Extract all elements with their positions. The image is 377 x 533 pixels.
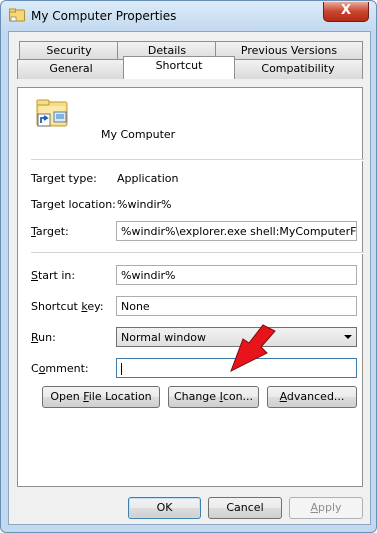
- start-in-label: Start in:: [31, 269, 76, 282]
- ok-button[interactable]: OK: [128, 497, 201, 519]
- divider: [31, 159, 364, 161]
- shortcut-panel: My Computer Target type: Application Tar…: [17, 87, 364, 487]
- divider: [31, 252, 364, 254]
- open-file-location-button[interactable]: Open File Location: [42, 386, 160, 408]
- shortcut-name: My Computer: [101, 128, 176, 141]
- shortcut-key-label: Shortcut key:: [31, 300, 104, 313]
- change-icon-button[interactable]: Change Icon...: [168, 386, 259, 408]
- computer-shortcut-icon: [9, 8, 25, 22]
- run-label: Run:: [31, 331, 56, 344]
- tab-compatibility[interactable]: Compatibility: [233, 59, 363, 79]
- my-computer-shortcut-icon: [36, 98, 70, 128]
- tab-general[interactable]: General: [17, 59, 125, 79]
- dialog-body: Security Details Previous Versions Gener…: [8, 31, 371, 525]
- target-location-value: %windir%: [117, 198, 172, 211]
- chevron-down-icon: [344, 335, 352, 339]
- tab-previous-versions[interactable]: Previous Versions: [215, 41, 363, 61]
- apply-button[interactable]: Apply: [289, 497, 363, 519]
- advanced-button[interactable]: Advanced...: [267, 386, 357, 408]
- text-cursor: [121, 363, 122, 375]
- target-location-label: Target location:: [31, 198, 116, 211]
- properties-window: My Computer Properties X Security Detail…: [0, 0, 377, 533]
- title-bar[interactable]: My Computer Properties X: [1, 1, 376, 31]
- target-type-label: Target type:: [31, 172, 97, 185]
- comment-label: Comment:: [31, 362, 89, 375]
- tab-shortcut[interactable]: Shortcut: [123, 56, 235, 79]
- window-title: My Computer Properties: [31, 9, 177, 23]
- cancel-button[interactable]: Cancel: [208, 497, 282, 519]
- red-arrow-annotation: [230, 324, 276, 373]
- run-dropdown-value: Normal window: [121, 331, 207, 344]
- start-in-field[interactable]: %windir%: [116, 265, 357, 285]
- target-type-value: Application: [117, 172, 179, 185]
- target-label: Target:: [31, 225, 69, 238]
- target-field[interactable]: %windir%\explorer.exe shell:MyComputerFo…: [116, 221, 357, 241]
- shortcut-key-field[interactable]: None: [116, 296, 357, 316]
- tab-security[interactable]: Security: [19, 41, 119, 61]
- close-button[interactable]: X: [323, 2, 369, 22]
